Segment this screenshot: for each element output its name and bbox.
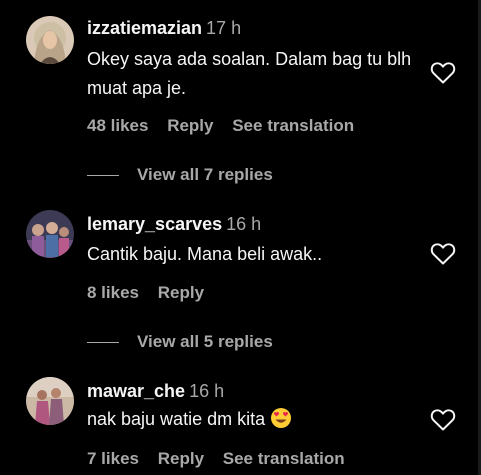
reply-button[interactable]: Reply xyxy=(158,283,204,302)
comment-time: 16 h xyxy=(226,214,262,234)
heart-outline-icon[interactable] xyxy=(430,61,456,85)
comment-text: Okey saya ada soalan. Dalam bag tu blh m… xyxy=(87,49,412,98)
comment-actions: 7 likes Reply See translation xyxy=(87,449,359,469)
heart-eyes-emoji-icon xyxy=(270,407,292,429)
heart-outline-icon[interactable] xyxy=(430,408,456,432)
reply-button[interactable]: Reply xyxy=(158,449,204,468)
comment-username[interactable]: izzatiemazian 17 h xyxy=(87,18,241,39)
see-translation-button[interactable]: See translation xyxy=(232,116,354,135)
username-text[interactable]: izzatiemazian xyxy=(87,18,202,38)
see-translation-button[interactable]: See translation xyxy=(223,449,345,468)
comment-actions: 48 likes Reply See translation xyxy=(87,116,368,136)
heart-outline-icon[interactable] xyxy=(430,242,456,266)
avatar[interactable] xyxy=(26,210,74,258)
comment-username[interactable]: mawar_che 16 h xyxy=(87,381,224,402)
avatar[interactable] xyxy=(26,16,74,64)
reply-button[interactable]: Reply xyxy=(167,116,213,135)
likes-count[interactable]: 8 likes xyxy=(87,283,139,302)
view-replies-label[interactable]: View all 5 replies xyxy=(137,332,273,352)
comment-text-content: nak baju watie dm kita xyxy=(87,409,266,429)
comment-actions: 8 likes Reply xyxy=(87,283,218,303)
comment-time: 16 h xyxy=(189,381,225,401)
comment-time: 17 h xyxy=(206,18,242,38)
username-text[interactable]: mawar_che xyxy=(87,381,185,401)
likes-count[interactable]: 7 likes xyxy=(87,449,139,468)
likes-count[interactable]: 48 likes xyxy=(87,116,148,135)
comment-text: nak baju watie dm kita xyxy=(87,405,417,434)
divider xyxy=(87,341,119,343)
comment-username[interactable]: lemary_scarves 16 h xyxy=(87,214,261,235)
view-replies-button[interactable]: View all 5 replies xyxy=(87,332,273,352)
view-replies-label[interactable]: View all 7 replies xyxy=(137,165,273,185)
username-text[interactable]: lemary_scarves xyxy=(87,214,222,234)
comment-text: Cantik baju. Mana beli awak.. xyxy=(87,244,323,264)
divider xyxy=(87,174,119,176)
view-replies-button[interactable]: View all 7 replies xyxy=(87,165,273,185)
avatar[interactable] xyxy=(26,377,74,425)
